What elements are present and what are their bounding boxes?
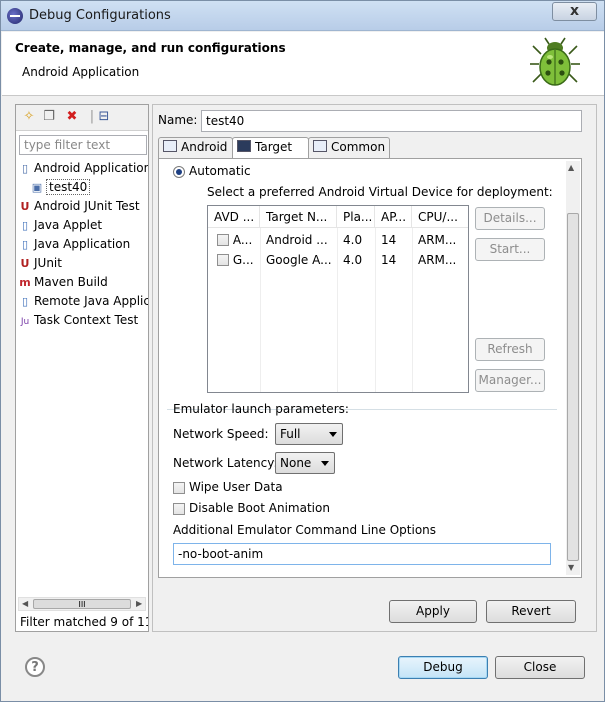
table-row[interactable]: G... Google A... 4.0 14 ARM...: [208, 250, 468, 270]
avd-prompt: Select a preferred Android Virtual Devic…: [207, 185, 553, 199]
details-button[interactable]: Details...: [475, 207, 545, 230]
debug-bug-icon: [530, 37, 580, 86]
android-tab-icon: [163, 140, 177, 152]
scroll-grip-icon: III: [78, 600, 86, 609]
name-input[interactable]: test40: [201, 110, 582, 132]
debug-configurations-window: Debug Configurations x Create, manage, a…: [0, 0, 605, 702]
avd-checkbox[interactable]: [217, 234, 229, 246]
header-subtitle: Android Application: [22, 65, 140, 79]
col-cpu[interactable]: CPU/...: [412, 206, 468, 228]
tree-item-remote-java-application[interactable]: ▯Remote Java Application: [18, 292, 148, 310]
tab-common[interactable]: Common: [308, 137, 390, 158]
col-api[interactable]: AP...: [375, 206, 412, 228]
common-tab-icon: [313, 140, 327, 152]
tree-horizontal-scrollbar[interactable]: ◀ III ▶: [18, 597, 146, 611]
emulator-group-label: Emulator launch parameters:: [173, 402, 349, 416]
java-applet-icon: ▯: [21, 219, 29, 232]
new-config-icon[interactable]: ✧: [21, 109, 37, 125]
java-app-icon: ▯: [21, 238, 29, 251]
duplicate-config-icon[interactable]: ❐: [41, 109, 57, 125]
revert-button[interactable]: Revert: [486, 600, 576, 623]
filter-status: Filter matched 9 of 11 items: [20, 615, 148, 629]
tree-item-junit[interactable]: U JUnit: [18, 254, 62, 272]
network-speed-label: Network Speed:: [173, 427, 269, 441]
scroll-left-icon[interactable]: ◀: [22, 598, 28, 610]
avd-table-header: AVD ... Target N... Pla... AP... CPU/...: [208, 206, 468, 228]
wipe-user-data-checkbox[interactable]: [173, 482, 185, 494]
tree-item-task-context-test[interactable]: Ju Task Context Test: [18, 311, 138, 329]
automatic-label: Automatic: [189, 164, 251, 178]
maven-icon: m: [19, 276, 31, 289]
avd-checkbox[interactable]: [217, 254, 229, 266]
window-close-button[interactable]: x: [552, 2, 597, 21]
scroll-up-icon[interactable]: ▲: [568, 163, 574, 172]
delete-config-icon[interactable]: ✖: [64, 109, 80, 125]
dialog-header: Create, manage, and run configurations A…: [2, 32, 604, 96]
col-target[interactable]: Target N...: [260, 206, 337, 228]
manager-button[interactable]: Manager...: [475, 369, 545, 392]
target-tab-icon: [237, 140, 251, 152]
avd-table: AVD ... Target N... Pla... AP... CPU/...…: [207, 205, 469, 393]
wipe-user-data-label: Wipe User Data: [189, 480, 283, 494]
collapse-all-icon[interactable]: ⊟: [96, 109, 112, 125]
remote-java-icon: ▯: [21, 295, 29, 308]
tree-item-android-junit-test[interactable]: U Android JUnit Test: [18, 197, 140, 215]
eclipse-icon: [7, 8, 23, 24]
config-icon: ▣: [31, 181, 43, 194]
filter-input[interactable]: type filter text: [19, 135, 147, 155]
cmd-options-input[interactable]: -no-boot-anim: [173, 543, 551, 565]
close-icon: x: [569, 3, 580, 19]
disable-boot-animation-label: Disable Boot Animation: [189, 501, 330, 515]
header-title: Create, manage, and run configurations: [15, 41, 286, 55]
window-title: Debug Configurations: [29, 8, 171, 23]
tree-item-maven-build[interactable]: m Maven Build: [18, 273, 107, 291]
network-speed-select[interactable]: Full: [275, 423, 343, 445]
tab-vertical-scrollbar[interactable]: ▲ ▼: [566, 161, 580, 575]
config-toolbar: ✧ ❐ ✖ | ⊟: [16, 105, 148, 131]
col-platform[interactable]: Pla...: [337, 206, 375, 228]
title-bar: Debug Configurations x: [1, 1, 604, 31]
scrollbar-thumb[interactable]: [567, 213, 579, 561]
name-label: Name:: [158, 113, 198, 127]
apply-button[interactable]: Apply: [389, 600, 477, 623]
table-row[interactable]: A... Android ... 4.0 14 ARM...: [208, 230, 468, 250]
scroll-right-icon[interactable]: ▶: [136, 598, 142, 610]
tree-item-java-applet[interactable]: ▯ Java Applet: [18, 216, 102, 234]
tree-item-java-application[interactable]: ▯ Java Application: [18, 235, 130, 253]
close-button[interactable]: Close: [495, 656, 585, 679]
config-tree: ▯ Android Application ▣ test40 U Android JU…: [16, 159, 148, 599]
configuration-list-panel: ✧ ❐ ✖ | ⊟ type filter text ▯ Android Appl…: [15, 104, 149, 632]
tree-item-android-application[interactable]: ▯ Android Application: [18, 159, 148, 177]
refresh-button[interactable]: Refresh: [475, 338, 545, 361]
debug-button[interactable]: Debug: [398, 656, 488, 679]
scroll-down-icon[interactable]: ▼: [568, 563, 574, 572]
network-latency-label: Network Latency:: [173, 456, 278, 470]
col-avd[interactable]: AVD ...: [208, 206, 260, 228]
scrollbar-thumb[interactable]: III: [33, 599, 131, 609]
android-app-icon: ▯: [21, 162, 29, 175]
tab-android[interactable]: Android: [158, 137, 233, 158]
automatic-radio[interactable]: [173, 166, 185, 178]
start-button[interactable]: Start...: [475, 238, 545, 261]
disable-boot-animation-checkbox[interactable]: [173, 503, 185, 515]
tree-item-test40[interactable]: ▣ test40: [30, 178, 91, 196]
junit-icon: U: [20, 257, 30, 270]
network-latency-select[interactable]: None: [275, 452, 335, 474]
chevron-down-icon: [329, 432, 337, 437]
task-context-icon: Ju: [20, 317, 30, 327]
chevron-down-icon: [321, 461, 329, 466]
target-tab-content: Automatic Select a preferred Android Vir…: [158, 158, 582, 578]
help-icon[interactable]: ?: [25, 657, 45, 677]
cmd-options-label: Additional Emulator Command Line Options: [173, 523, 437, 537]
tab-target[interactable]: Target: [232, 137, 309, 159]
junit-icon: U: [20, 200, 30, 213]
